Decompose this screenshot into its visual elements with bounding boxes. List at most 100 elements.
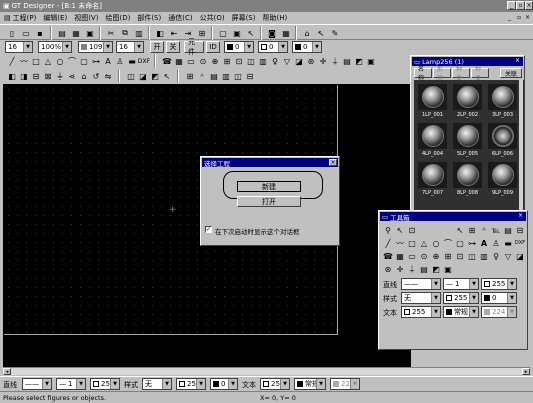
menu-comm[interactable]: 通信(C) xyxy=(168,13,192,23)
table-icon[interactable]: ▦ xyxy=(279,26,293,40)
text-font-combo[interactable]: 常规 ▼ xyxy=(294,378,326,390)
menu-project[interactable]: 工程(P) xyxy=(13,13,37,23)
library-scrollbar[interactable] xyxy=(519,80,523,211)
tool-line-style-combo[interactable]: —— ▼ xyxy=(401,278,441,290)
undo-icon[interactable]: ◧ xyxy=(153,26,167,40)
show-on-startup-checkbox[interactable]: ✓ xyxy=(205,226,212,233)
title-bar: ▣ GT Designer - [B:1 未命名] xyxy=(0,0,533,12)
dialog-close-button[interactable]: × xyxy=(329,159,337,166)
camera-icon[interactable]: ◙ xyxy=(265,26,279,40)
tab-kind[interactable]: 种类 xyxy=(452,66,470,82)
line-style-combo[interactable]: —— ▼ xyxy=(22,378,52,390)
toolbar-row-1: ▯ ▭ ▪ ▤ ▦ ▣ ✂ ⧉ ▥ ◧ ⇤ ⇥ ⊞ ▢ ▣ ↖ ◙ ▦ ⌂ ↖ … xyxy=(0,24,533,40)
new-file-icon[interactable]: ▯ xyxy=(5,26,19,40)
mdi-minimize-button[interactable]: _ xyxy=(508,14,516,22)
line-tool-icon[interactable]: ↖ xyxy=(244,26,258,40)
tool-text-font-combo[interactable]: 常规 ▼ xyxy=(443,306,479,318)
open-button[interactable]: 开 xyxy=(150,41,164,53)
mdi-close-button[interactable]: × xyxy=(525,14,533,22)
tool-line-colour-combo[interactable]: 255 ▼ xyxy=(481,278,517,290)
part-item[interactable]: 5LP_005 xyxy=(451,121,484,158)
tab-shape[interactable]: 形状 xyxy=(433,66,451,82)
close-toggle-button[interactable]: 关 xyxy=(166,41,180,53)
scroll-right-arrow-icon[interactable]: ▸ xyxy=(522,368,530,375)
part-item[interactable]: 2LP_002 xyxy=(451,82,484,119)
tool-panel-close-icon[interactable]: × xyxy=(518,212,526,220)
part-item[interactable]: 1LP_001 xyxy=(416,82,449,119)
text-colour-combo[interactable]: 255 ▼ xyxy=(260,378,290,390)
part-item[interactable]: 6LP_006 xyxy=(486,121,519,158)
menu-object[interactable]: 部件(S) xyxy=(137,13,161,23)
line-width-combo[interactable]: —1 ▼ xyxy=(56,378,86,390)
dxf-tool-icon[interactable]: DXF xyxy=(513,236,527,250)
copy-icon[interactable]: ⧉ xyxy=(118,26,132,40)
part-item[interactable]: 4LP_004 xyxy=(416,121,449,158)
id-button[interactable]: ID xyxy=(206,41,220,53)
tool-style-bg-combo[interactable]: 0 ▼ xyxy=(481,292,517,304)
pointer-icon[interactable]: ↖ xyxy=(314,26,328,40)
monitor-icon[interactable]: ▣ xyxy=(83,26,97,40)
window-icon[interactable]: ▣ xyxy=(230,26,244,40)
edit-icon[interactable]: ✎ xyxy=(328,26,342,40)
window-list-icon[interactable]: ▣ xyxy=(364,54,378,68)
screen-icon[interactable]: ▢ xyxy=(216,26,230,40)
dxf-icon[interactable]: DXF xyxy=(137,54,151,68)
part-item[interactable]: 7LP_007 xyxy=(416,160,449,197)
tool-text-size-combo[interactable]: 224 ▼ xyxy=(481,306,517,318)
menu-help[interactable]: 帮助(H) xyxy=(262,13,287,23)
part-item[interactable]: 3LP_003 xyxy=(486,82,519,119)
tool-line-width-combo[interactable]: —1 ▼ xyxy=(443,278,479,290)
menu-screen[interactable]: 屏幕(S) xyxy=(232,13,256,23)
colour-combo-d[interactable]: 0 ▼ xyxy=(258,41,288,53)
shape-icon[interactable]: ⌂ xyxy=(300,26,314,40)
maximize-button[interactable]: ▫ xyxy=(516,1,525,10)
minimize-button[interactable]: _ xyxy=(507,1,516,10)
line-colour-combo[interactable]: 255 ▼ xyxy=(90,378,120,390)
flip-icon[interactable]: ⇋ xyxy=(101,69,115,83)
zoom-combo[interactable]: 100% ▼ xyxy=(38,41,72,53)
new-project-button[interactable]: 新建 xyxy=(237,181,301,192)
open-project-button[interactable]: 打开 xyxy=(237,196,301,207)
preview-icon[interactable]: ▦ xyxy=(69,26,83,40)
tool-text-colour-combo[interactable]: 255 ▼ xyxy=(401,306,441,318)
tab-link[interactable]: 关联 xyxy=(500,68,522,78)
mdi-restore-button[interactable]: ▫ xyxy=(517,14,525,22)
save-icon[interactable]: ▪ xyxy=(33,26,47,40)
bg-colour-combo[interactable]: 0 ▼ xyxy=(210,378,238,390)
page-icon[interactable]: ⊟ xyxy=(513,223,527,237)
print-icon[interactable]: ▤ xyxy=(55,26,69,40)
toolbar-row-4: ◧ ◨ ⊟ ⊠ ⏚ ⋖ ⌂ ↺ ⇋ ◫ ◪ ◩ ↖ ⊞ ᴬ ▤ ▥ ◫ ⊟ xyxy=(0,69,410,83)
horizontal-scrollbar[interactable]: ◂ ▸ xyxy=(3,367,530,375)
text-size-combo[interactable]: 224 ▼ xyxy=(330,378,360,390)
scroll-left-arrow-icon[interactable]: ◂ xyxy=(3,368,11,375)
colour-combo-b[interactable]: 16 ▼ xyxy=(116,41,144,53)
trend-tool-icon[interactable]: ◪ xyxy=(513,249,527,263)
part-item[interactable]: 8LP_008 xyxy=(451,160,484,197)
ungroup-icon[interactable]: ↖ xyxy=(160,69,174,83)
tab-name[interactable]: 名称 xyxy=(414,66,432,82)
pan-icon[interactable]: ⊡ xyxy=(405,223,419,237)
close-button[interactable]: × xyxy=(525,1,533,10)
menu-view[interactable]: 视图(V) xyxy=(74,13,98,23)
menu-edit[interactable]: 编辑(E) xyxy=(43,13,67,23)
colour-combo-a[interactable]: 109 ▼ xyxy=(78,41,113,53)
colour-combo-c[interactable]: 0 ▼ xyxy=(224,41,254,53)
cut-icon[interactable]: ✂ xyxy=(104,26,118,40)
part-item[interactable]: 9LP_009 xyxy=(486,160,519,197)
tab-kind-2[interactable]: 种类 xyxy=(471,66,489,82)
tool-style-combo[interactable]: 无 ▼ xyxy=(401,292,441,304)
move-left-icon[interactable]: ⇤ xyxy=(167,26,181,40)
menu-draw[interactable]: 绘图(D) xyxy=(105,13,130,23)
grid-size-combo[interactable]: 16 ▼ xyxy=(5,41,33,53)
tool-style-colour-combo[interactable]: 255 ▼ xyxy=(443,292,479,304)
window-tool-icon[interactable]: ▣ xyxy=(441,262,455,276)
element-button[interactable]: 元件 xyxy=(184,38,204,56)
menu-common[interactable]: 公共(O) xyxy=(200,13,225,23)
style-colour-combo[interactable]: 255 ▼ xyxy=(176,378,206,390)
report-page-icon[interactable]: ⊟ xyxy=(243,69,257,83)
paste-icon[interactable]: ▥ xyxy=(132,26,146,40)
colour-combo-e[interactable]: 0 ▼ xyxy=(292,41,322,53)
open-folder-icon[interactable]: ▭ xyxy=(19,26,33,40)
style-combo[interactable]: 无 ▼ xyxy=(142,378,172,390)
library-panel-close-icon[interactable]: × xyxy=(515,57,523,65)
